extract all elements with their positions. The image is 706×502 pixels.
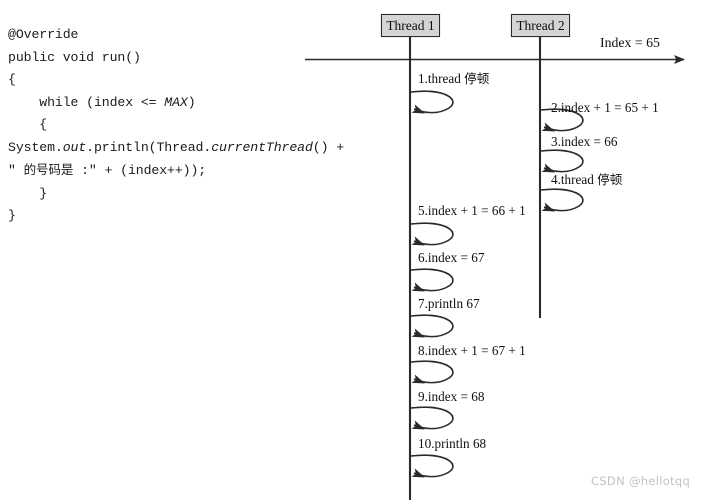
step-label-8: 8.index + 1 = 67 + 1 [418,343,526,358]
step-label-10: 10.println 68 [418,436,486,451]
index-value-label: Index = 65 [600,35,660,50]
self-loop-step-6 [410,268,454,292]
self-loop-step-5 [410,222,454,246]
step-label-7: 7.println 67 [418,296,480,311]
step-label-text: 2.index + 1 = 65 + 1 [551,100,659,115]
step-label-text: 5.index + 1 = 66 + 1 [418,203,526,218]
step-label-9: 9.index = 68 [418,389,484,404]
step-label-text: 9.index = 68 [418,389,485,404]
step-label-text: 7.println 67 [418,296,480,311]
self-loop-step-8 [410,360,454,384]
thread-box-thread-1[interactable]: Thread 1 [381,14,440,37]
step-label-5: 5.index + 1 = 66 + 1 [418,203,526,218]
step-label-cjk-text: 停顿 [464,71,490,86]
step-label-text: 1.thread [418,71,465,86]
step-label-text: 3.index = 66 [551,134,618,149]
step-label-2: 2.index + 1 = 65 + 1 [551,100,659,115]
sequence-diagram [0,0,706,502]
step-label-cjk-text: 停顿 [597,172,623,187]
diagram-svg [305,37,685,500]
self-loop-step-4 [540,188,584,212]
step-label-1: 1.thread 停顿 [418,71,489,86]
self-loop-step-3 [540,149,584,173]
step-label-4: 4.thread 停顿 [551,172,622,187]
self-loop-step-7 [410,314,454,338]
csdn-watermark: CSDN @hellotqq [591,474,691,488]
self-loop-step-9 [410,406,454,430]
step-label-text: 4.thread [551,172,598,187]
self-loop-step-1 [410,90,454,114]
step-label-text: 6.index = 67 [418,250,485,265]
step-label-text: 10.println 68 [418,436,487,451]
step-label-3: 3.index = 66 [551,134,617,149]
thread-box-thread-2[interactable]: Thread 2 [511,14,570,37]
self-loop-step-10 [410,454,454,478]
step-label-6: 6.index = 67 [418,250,484,265]
step-label-text: 8.index + 1 = 67 + 1 [418,343,526,358]
screenshot-canvas: @Override public void run(){ while (index… [0,0,706,502]
